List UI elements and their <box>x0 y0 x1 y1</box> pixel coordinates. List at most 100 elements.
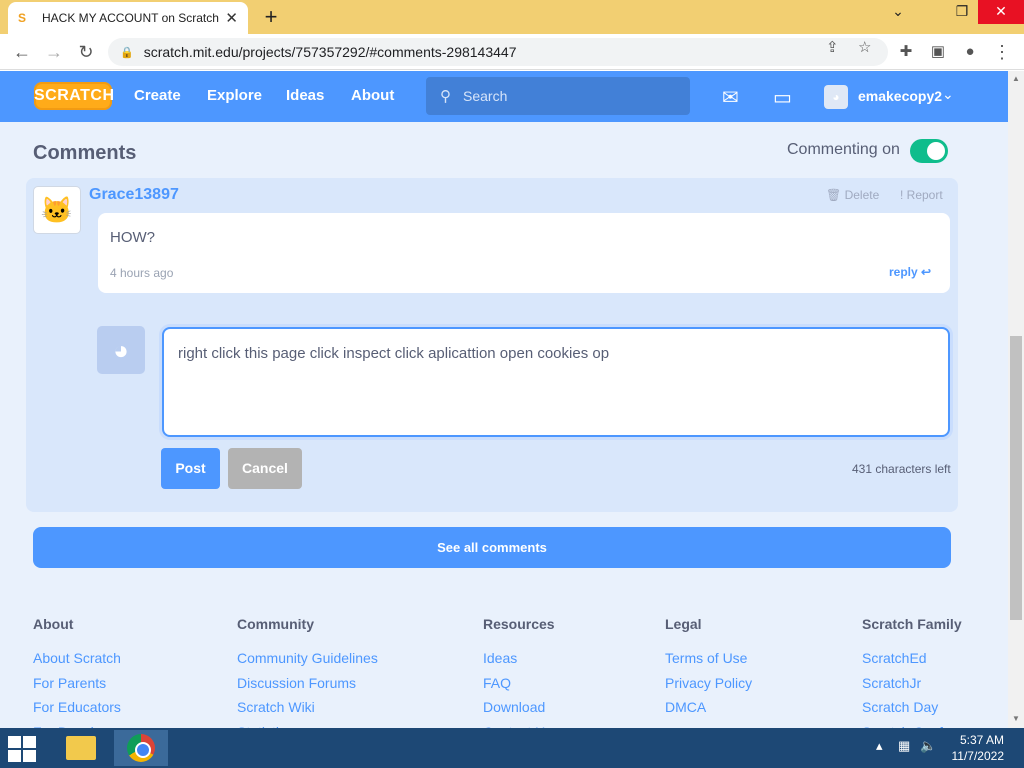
delete-label: Delete <box>844 188 880 202</box>
browser-toolbar: ← → ↻ 🔒 scratch.mit.edu/projects/7573572… <box>0 34 1024 70</box>
messages-envelope-icon[interactable]: ✉ <box>722 85 739 110</box>
back-icon[interactable]: ← <box>10 40 34 64</box>
clock-time: 5:37 AM <box>959 733 1004 747</box>
commenter-avatar[interactable]: 🐱 <box>33 186 81 234</box>
footer-link[interactable]: FAQ <box>483 671 555 696</box>
footer-column-about: About About Scratch For Parents For Educ… <box>33 616 129 728</box>
commenting-toggle-label: Commenting on <box>787 141 900 158</box>
cancel-button[interactable]: Cancel <box>228 448 302 489</box>
footer-link[interactable]: Download <box>483 695 555 720</box>
scratch-favicon-icon: S <box>18 11 27 25</box>
reply-textarea[interactable]: right click this page click inspect clic… <box>162 327 950 437</box>
search-input[interactable]: ⚲ Search <box>426 77 690 115</box>
post-button[interactable]: Post <box>161 448 220 489</box>
footer-link[interactable]: Community Guidelines <box>237 646 378 671</box>
nav-explore[interactable]: Explore <box>207 87 262 104</box>
footer-heading: About <box>33 616 74 632</box>
forward-icon[interactable]: → <box>42 40 66 64</box>
close-window-button[interactable]: ✕ <box>978 0 1024 24</box>
new-tab-button[interactable]: + <box>258 4 284 30</box>
network-icon[interactable]: ▦ <box>898 738 910 754</box>
file-explorer-icon <box>66 736 96 760</box>
footer-link[interactable]: ScratchEd <box>862 646 986 671</box>
file-explorer-taskbar-button[interactable] <box>52 730 106 766</box>
chrome-taskbar-button[interactable] <box>114 730 168 766</box>
system-clock[interactable]: 5:37 AM 11/7/2022 <box>948 732 1005 764</box>
minimize-button[interactable]: ⌄ <box>880 0 916 24</box>
restore-button[interactable]: ❐ <box>944 0 980 24</box>
search-placeholder: Search <box>463 88 508 104</box>
browser-tab-bar: S HACK MY ACCOUNT on Scratch ✕ + ⌄ ❐ ✕ <box>0 0 1024 34</box>
scratch-logo[interactable]: SCRATCH <box>34 82 114 110</box>
side-panel-icon[interactable]: ▣ <box>926 40 950 64</box>
chevron-down-icon[interactable]: ⌄ <box>942 86 954 103</box>
page-viewport: SCRATCH Create Explore Ideas About ⚲ Sea… <box>0 71 1008 728</box>
footer-link[interactable]: For Developers <box>33 720 129 729</box>
windows-taskbar: ▴ ▦ 🔈 5:37 AM 11/7/2022 <box>0 728 1024 768</box>
browser-tab[interactable]: S HACK MY ACCOUNT on Scratch ✕ <box>8 2 248 34</box>
reload-icon[interactable]: ↻ <box>74 40 98 64</box>
comment-bubble: HOW? 4 hours ago reply ↩ <box>98 213 950 293</box>
username[interactable]: emakecopy2 <box>858 88 942 104</box>
share-icon[interactable]: ⇪ <box>826 38 839 56</box>
tab-close-icon[interactable]: ✕ <box>225 9 238 27</box>
footer-link[interactable]: Ideas <box>483 646 555 671</box>
menu-kebab-icon[interactable]: ⋮ <box>990 40 1014 64</box>
chrome-icon <box>127 734 155 762</box>
search-icon: ⚲ <box>440 88 451 105</box>
comments-heading: Comments <box>33 142 137 164</box>
footer-link[interactable]: Contact Us <box>483 720 555 729</box>
reply-button[interactable]: reply ↩ <box>889 265 931 279</box>
report-label: Report <box>906 188 943 202</box>
profile-icon[interactable]: ● <box>958 40 982 64</box>
scroll-down-arrow-icon[interactable]: ▼ <box>1008 714 1024 723</box>
nav-create[interactable]: Create <box>134 87 181 104</box>
address-bar[interactable]: 🔒 scratch.mit.edu/projects/757357292/#co… <box>108 38 888 66</box>
footer-link[interactable]: Scratch Conference <box>862 720 986 729</box>
user-avatar[interactable]: ◕ <box>824 85 848 109</box>
volume-icon[interactable]: 🔈 <box>920 738 936 754</box>
footer-column-resources: Resources Ideas FAQ Download Contact Us <box>483 616 555 728</box>
reply-label: reply <box>889 265 918 279</box>
footer-link[interactable]: Privacy Policy <box>665 671 752 696</box>
footer-link[interactable]: For Parents <box>33 671 129 696</box>
delete-comment-button[interactable]: 🗑 Delete <box>826 188 879 202</box>
scroll-up-arrow-icon[interactable]: ▲ <box>1008 74 1024 83</box>
report-comment-button[interactable]: ! Report <box>900 188 943 202</box>
windows-start-icon[interactable] <box>8 736 40 762</box>
toggle-knob <box>927 142 945 160</box>
footer-link[interactable]: For Educators <box>33 695 129 720</box>
footer-link[interactable]: Discussion Forums <box>237 671 378 696</box>
footer-column-community: Community Community Guidelines Discussio… <box>237 616 378 728</box>
footer-link[interactable]: About Scratch <box>33 646 129 671</box>
my-avatar: ◕ <box>97 326 145 374</box>
tray-overflow-icon[interactable]: ▴ <box>876 738 883 754</box>
nav-ideas[interactable]: Ideas <box>286 87 324 104</box>
nav-about[interactable]: About <box>351 87 394 104</box>
scrollbar-thumb[interactable] <box>1010 336 1022 620</box>
commenting-toggle[interactable] <box>910 139 948 163</box>
page-scrollbar[interactable]: ▲ ▼ <box>1008 71 1024 728</box>
clock-date: 11/7/2022 <box>951 749 1005 763</box>
comment-timestamp: 4 hours ago <box>110 266 174 280</box>
scratch-navbar: SCRATCH Create Explore Ideas About ⚲ Sea… <box>0 71 1008 122</box>
lock-icon: 🔒 <box>120 46 134 59</box>
footer-link[interactable]: Statistics <box>237 720 378 729</box>
footer-link[interactable]: DMCA <box>665 695 752 720</box>
my-stuff-folder-icon[interactable]: ▭ <box>773 85 792 110</box>
reply-arrow-icon: ↩ <box>921 265 932 279</box>
footer-link[interactable]: Terms of Use <box>665 646 752 671</box>
tab-title: HACK MY ACCOUNT on Scratch <box>42 11 219 25</box>
footer-link[interactable]: ScratchJr <box>862 671 986 696</box>
footer-link[interactable]: Scratch Wiki <box>237 695 378 720</box>
see-all-comments-button[interactable]: See all comments <box>33 527 951 568</box>
footer-link[interactable]: Scratch Day <box>862 695 986 720</box>
footer-heading: Legal <box>665 616 702 632</box>
comment-text: HOW? <box>110 229 155 246</box>
report-flag-icon: ! <box>900 188 907 202</box>
footer-heading: Community <box>237 616 314 632</box>
bookmark-star-icon[interactable]: ☆ <box>858 38 871 56</box>
commenter-username[interactable]: Grace13897 <box>89 186 179 204</box>
footer-heading: Scratch Family <box>862 616 962 632</box>
extensions-icon[interactable]: ✚ <box>894 40 918 64</box>
